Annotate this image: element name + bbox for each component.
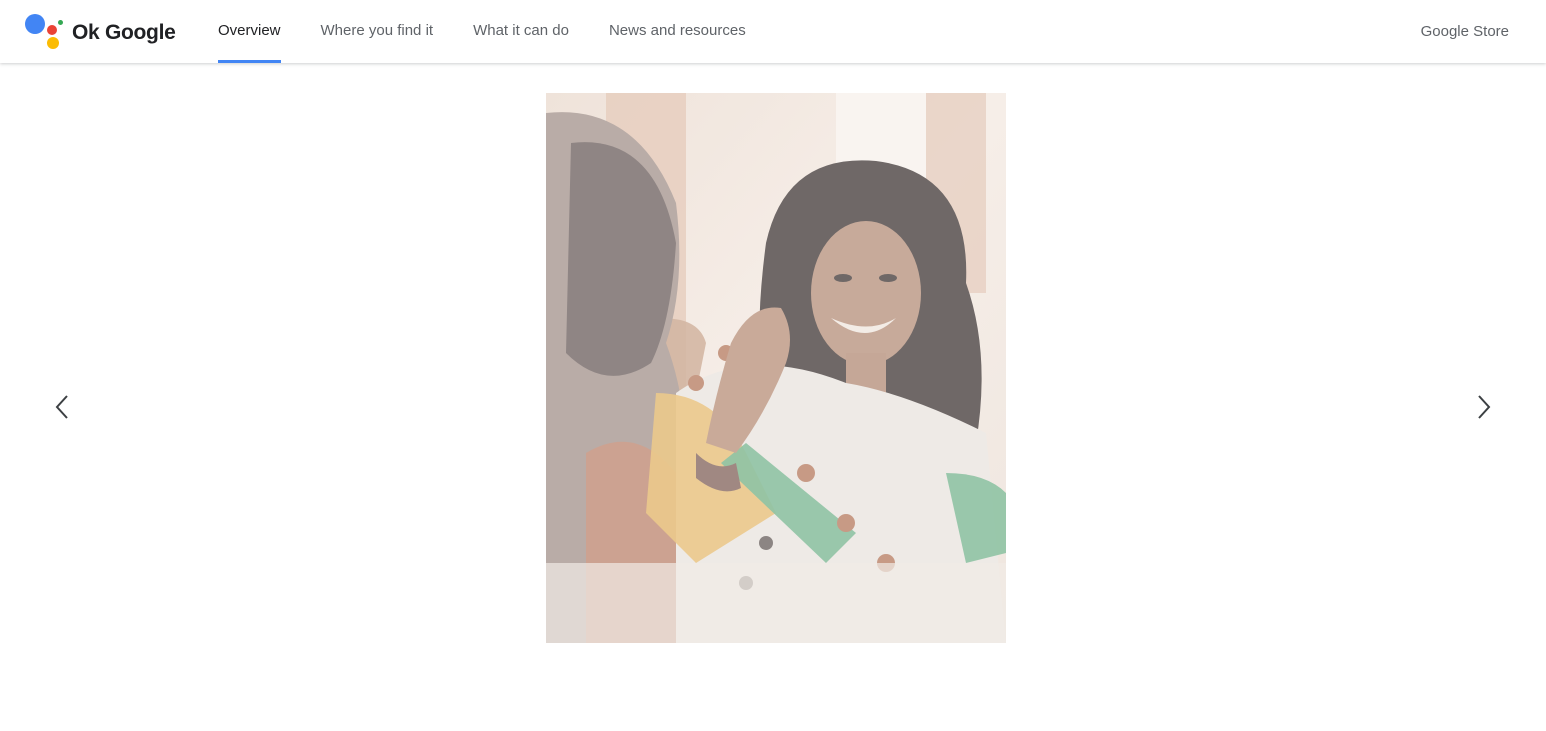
chevron-left-icon [55,395,68,419]
carousel-prev-button[interactable] [45,389,81,425]
carousel-slide-image [546,93,1006,643]
nav-tab-what-it-can-do[interactable]: What it can do [473,0,569,63]
yellow-dot [47,37,59,49]
top-navigation-bar: Ok Google Overview Where you find it Wha… [0,0,1546,63]
nav-tab-where-you-find-it[interactable]: Where you find it [321,0,434,63]
photo-woman-laughing [546,93,1006,643]
active-tab-indicator [218,60,281,63]
green-dot [58,20,63,25]
google-store-link[interactable]: Google Store [1421,0,1509,63]
chevron-right-icon [1478,395,1491,419]
blue-dot [25,14,45,34]
nav-tab-label: Overview [218,22,281,39]
nav-tab-news-and-resources[interactable]: News and resources [609,0,746,63]
nav-tab-overview[interactable]: Overview [218,0,281,63]
google-assistant-dots-icon [24,13,66,51]
image-carousel [0,63,1546,731]
nav-tab-label: What it can do [473,22,569,39]
nav-tab-label: Where you find it [320,22,434,39]
ok-google-logo[interactable]: Ok Google [24,13,176,51]
logo-text: Ok Google [72,20,176,44]
red-dot [47,25,57,35]
nav-tab-label: News and resources [608,22,746,39]
carousel-next-button[interactable] [1465,389,1501,425]
main-nav: Overview Where you find it What it can d… [218,0,746,63]
